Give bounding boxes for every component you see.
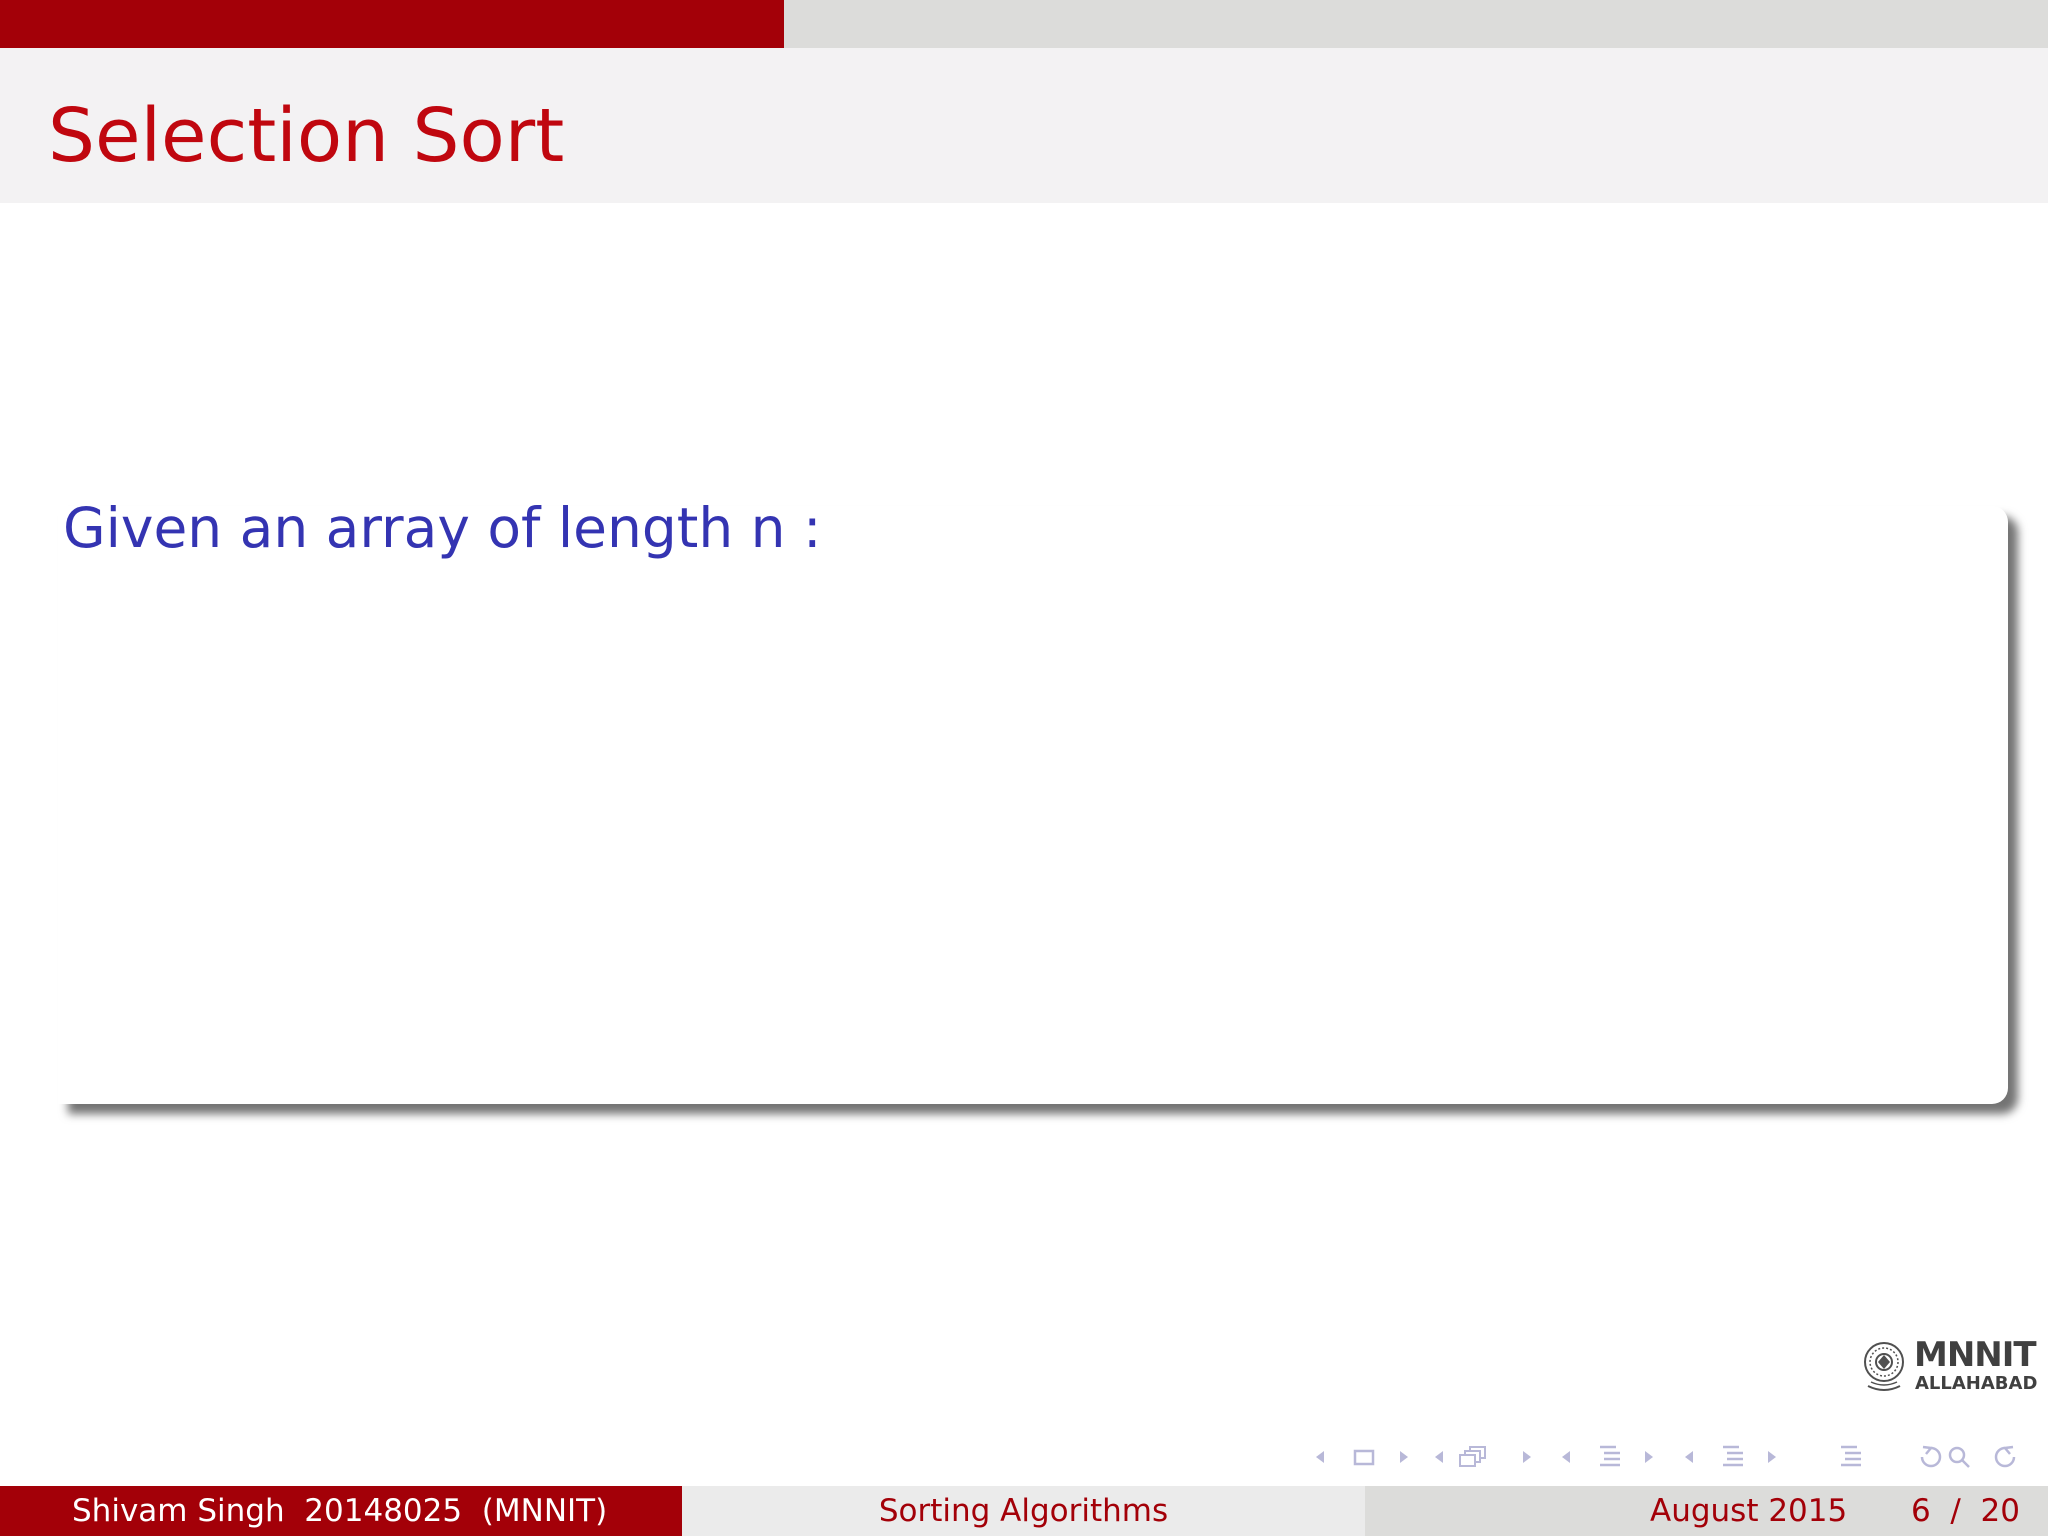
subsection-prev-icon[interactable]: [1562, 1451, 1570, 1463]
subsection-icon[interactable]: [1600, 1445, 1620, 1467]
back-icon[interactable]: [1920, 1445, 1942, 1468]
logo: MNNIT ALLAHABAD: [1862, 1336, 2037, 1400]
document-icon[interactable]: [1841, 1445, 1861, 1467]
slide-icon[interactable]: [1353, 1449, 1375, 1466]
forward-icon[interactable]: [1994, 1445, 2016, 1468]
institute-seal-icon: [1864, 1342, 1904, 1391]
subsection-next-icon[interactable]: [1645, 1451, 1653, 1463]
content-box: [58, 506, 2008, 1104]
footer-author: Shivam Singh 20148025 (MNNIT): [72, 1493, 608, 1529]
footer-date-panel: August 2015 6 / 20: [1365, 1486, 2048, 1536]
logo-wordmark: MNNIT: [1914, 1335, 2037, 1375]
progress-fill: [0, 0, 784, 48]
footer-title: Sorting Algorithms: [878, 1493, 1169, 1529]
footer-title-panel: Sorting Algorithms: [682, 1486, 1365, 1536]
intro-text: Given an array of length n :: [63, 496, 822, 560]
page-number: 6 / 20: [1910, 1493, 2020, 1529]
logo-subtitle: ALLAHABAD: [1915, 1373, 2038, 1394]
section-icon[interactable]: [1723, 1445, 1743, 1467]
slide-prev-icon[interactable]: [1316, 1451, 1324, 1463]
frame-next-icon[interactable]: [1523, 1451, 1531, 1463]
footer-date: August 2015: [1650, 1493, 1848, 1529]
footer: Shivam Singh 20148025 (MNNIT) Sorting Al…: [0, 1486, 2048, 1536]
slide-next-icon[interactable]: [1400, 1451, 1408, 1463]
navigation-bar: [1310, 1440, 2034, 1474]
section-next-icon[interactable]: [1768, 1451, 1776, 1463]
section-prev-icon[interactable]: [1685, 1451, 1693, 1463]
frame-title: Selection Sort: [48, 93, 565, 179]
progress-track: [0, 0, 2048, 48]
search-icon[interactable]: [1948, 1446, 1970, 1468]
frame-icon[interactable]: [1459, 1446, 1486, 1467]
frame-prev-icon[interactable]: [1435, 1451, 1443, 1463]
footer-author-panel: Shivam Singh 20148025 (MNNIT): [0, 1486, 682, 1536]
